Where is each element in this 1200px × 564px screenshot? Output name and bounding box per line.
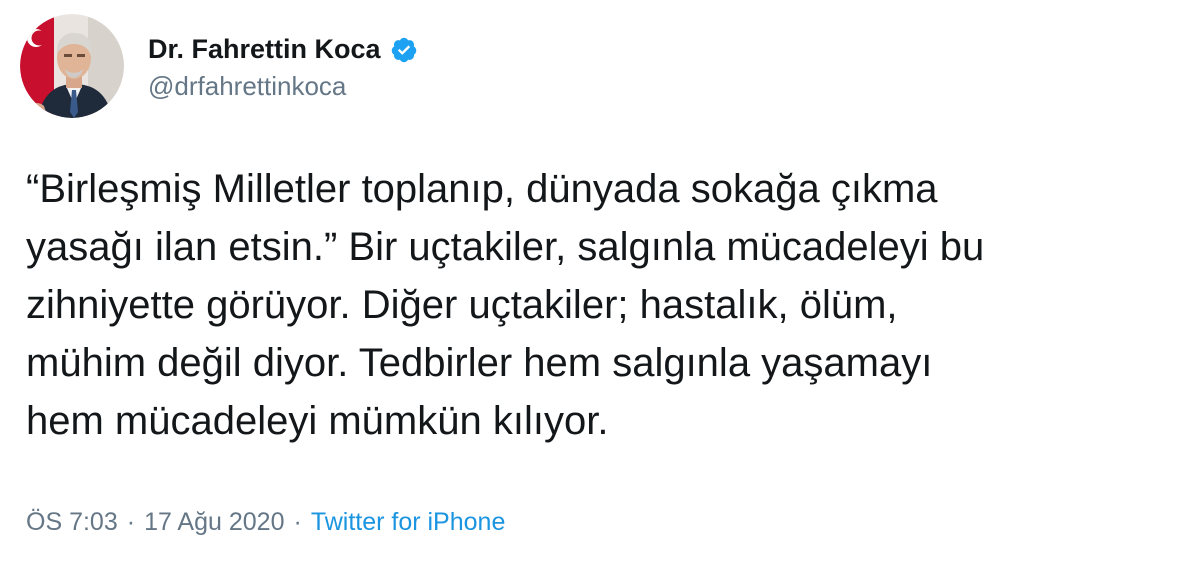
tweet-text: “Birleşmiş Milletler toplanıp, dünyada s…	[26, 167, 985, 443]
tweet-time[interactable]: ÖS 7:03	[26, 508, 118, 537]
name-row: Dr. Fahrettin Koca	[148, 31, 418, 69]
handle[interactable]: @drfahrettinkoca	[148, 71, 418, 102]
avatar-image	[20, 14, 124, 118]
tweet-source-link[interactable]: Twitter for iPhone	[311, 508, 506, 537]
author-names: Dr. Fahrettin Koca @drfahrettinkoca	[148, 31, 418, 102]
meta-separator: ·	[293, 508, 302, 536]
avatar[interactable]	[20, 14, 124, 118]
display-name[interactable]: Dr. Fahrettin Koca	[148, 34, 381, 65]
meta-separator: ·	[126, 508, 136, 536]
tweet-card: Dr. Fahrettin Koca @drfahrettinkoca “Bir…	[0, 0, 1200, 564]
tweet-meta: ÖS 7:03 · 17 Ağu 2020 · Twitter for iPho…	[26, 508, 505, 537]
tweet-header: Dr. Fahrettin Koca @drfahrettinkoca	[20, 14, 418, 118]
verified-badge-icon	[390, 36, 418, 64]
tweet-date[interactable]: 17 Ağu 2020	[144, 508, 284, 537]
